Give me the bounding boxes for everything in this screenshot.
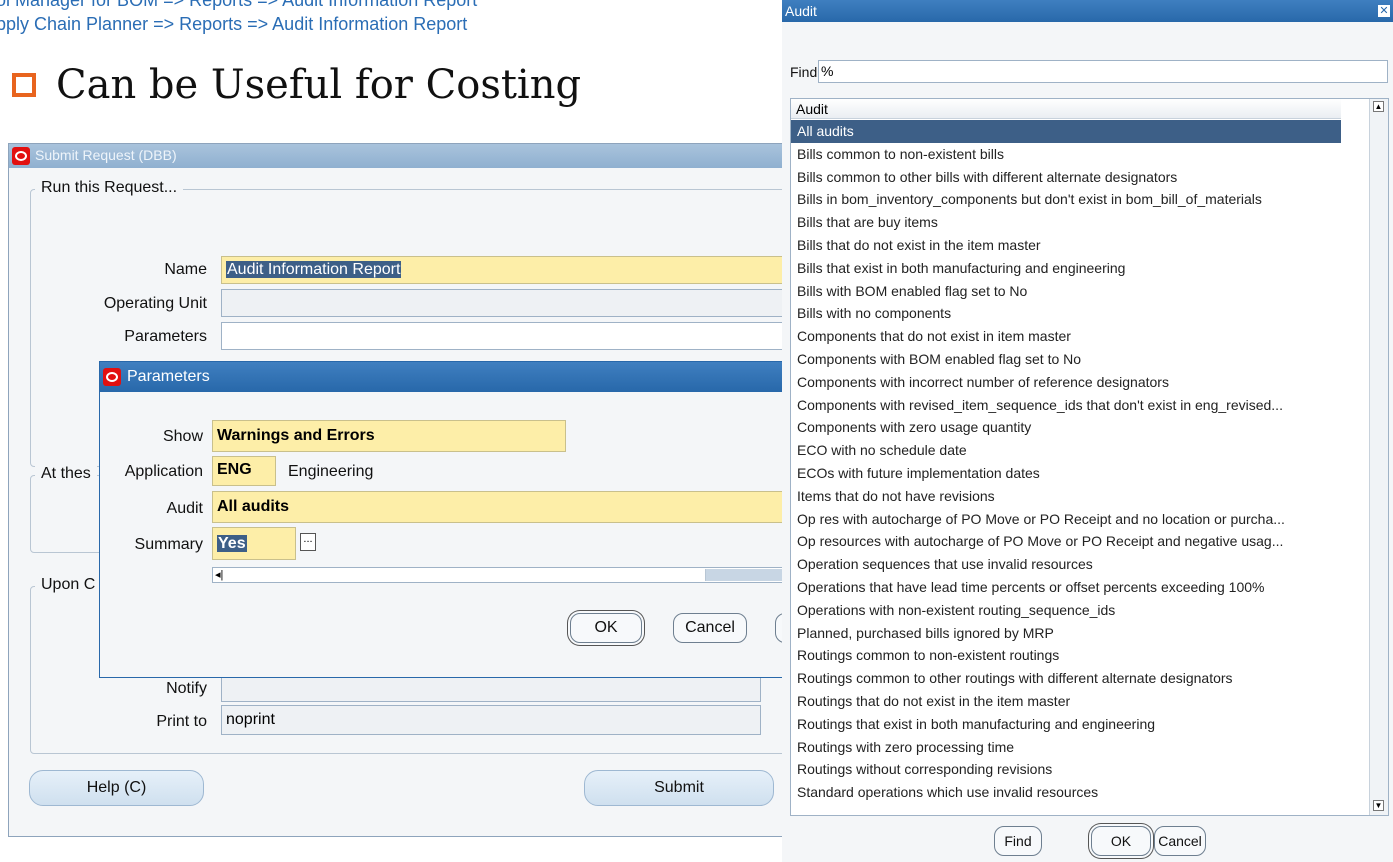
parameters-titlebar: Parameters: [100, 362, 798, 392]
breadcrumb-line-2: pply Chain Planner => Reports => Audit I…: [0, 14, 468, 34]
schedule-group-label: At thes: [35, 465, 97, 483]
print-to-label: Print to: [156, 713, 207, 730]
cancel-button[interactable]: Cancel: [673, 613, 747, 643]
application-code-field[interactable]: ENG: [212, 456, 276, 486]
audit-list-item[interactable]: Operation sequences that use invalid res…: [791, 553, 1341, 576]
audit-list-item[interactable]: Bills with no components: [791, 302, 1341, 325]
summary-label: Summary: [134, 536, 203, 553]
show-field[interactable]: Warnings and Errors: [212, 420, 566, 452]
audit-list-item[interactable]: Components with BOM enabled flag set to …: [791, 348, 1341, 371]
audit-list-item[interactable]: Routings without corresponding revisions: [791, 758, 1341, 781]
operating-unit-field[interactable]: [221, 289, 789, 317]
lov-button[interactable]: ...: [300, 533, 316, 551]
application-name: Engineering: [288, 463, 374, 480]
audit-list-item[interactable]: Routings with zero processing time: [791, 736, 1341, 759]
name-field[interactable]: Audit Information Report: [221, 256, 789, 284]
close-icon[interactable]: ✕: [1378, 5, 1390, 17]
find-input[interactable]: %: [818, 60, 1388, 83]
application-label: Application: [124, 463, 203, 480]
audit-list-item[interactable]: ECOs with future implementation dates: [791, 462, 1341, 485]
scrollbar-thumb[interactable]: [231, 569, 706, 581]
audit-label: Audit: [166, 500, 203, 517]
operating-unit-label: Operating Unit: [103, 295, 207, 312]
audit-list-item[interactable]: Routings common to non-existent routings: [791, 644, 1341, 667]
scroll-left-icon[interactable]: ◂|: [215, 568, 223, 582]
parameters-dialog: Parameters Show Warnings and Errors Appl…: [99, 361, 799, 678]
audit-list-item[interactable]: Bills that exist in both manufacturing a…: [791, 257, 1341, 280]
audit-list-item[interactable]: All audits: [791, 120, 1341, 143]
audit-list-item[interactable]: Components with incorrect number of refe…: [791, 371, 1341, 394]
print-to-field[interactable]: noprint: [221, 705, 761, 735]
show-label: Show: [162, 428, 203, 445]
audit-lov-window: Audit ✕ Find % Audit All audits Bills com…: [782, 0, 1393, 862]
audit-list-item[interactable]: Operations that have lead time percents …: [791, 576, 1341, 599]
audit-list-item[interactable]: Components with revised_item_sequence_id…: [791, 394, 1341, 417]
audit-list-item[interactable]: Operations with non-existent routing_seq…: [791, 599, 1341, 622]
oracle-logo-icon: [12, 147, 30, 165]
audit-column-header[interactable]: Audit: [791, 99, 1341, 119]
name-label: Name: [164, 261, 207, 278]
audit-list-item[interactable]: Components that do not exist in item mas…: [791, 325, 1341, 348]
notify-field[interactable]: [221, 674, 761, 702]
audit-rows: All audits Bills common to non-existent b…: [791, 120, 1341, 815]
audit-list-item[interactable]: Bills common to other bills with differe…: [791, 166, 1341, 189]
audit-list-item[interactable]: Op res with autocharge of PO Move or PO …: [791, 508, 1341, 531]
parameters-label: Parameters: [124, 328, 207, 345]
notify-label: Notify: [166, 680, 207, 697]
audit-titlebar: Audit ✕: [782, 0, 1393, 22]
window-title: Submit Request (DBB): [35, 147, 177, 163]
audit-list-item[interactable]: Op resources with autocharge of PO Move …: [791, 530, 1341, 553]
audit-list-item[interactable]: Standard operations which use invalid re…: [791, 781, 1341, 804]
ok-button[interactable]: OK: [570, 613, 642, 643]
summary-field-value: Yes: [217, 535, 247, 552]
audit-list-item[interactable]: Planned, purchased bills ignored by MRP: [791, 622, 1341, 645]
audit-list-item[interactable]: Bills with BOM enabled flag set to No: [791, 280, 1341, 303]
scroll-down-icon[interactable]: ▼: [1373, 800, 1384, 811]
submit-button[interactable]: Submit: [584, 770, 774, 806]
name-field-value: Audit Information Report: [226, 261, 402, 278]
find-button[interactable]: Find: [994, 826, 1042, 856]
audit-list-item[interactable]: ECO with no schedule date: [791, 439, 1341, 462]
horizontal-scrollbar[interactable]: ◂|: [212, 567, 798, 583]
audit-list-item[interactable]: Bills that are buy items: [791, 211, 1341, 234]
audit-list-item[interactable]: Bills common to non-existent bills: [791, 143, 1341, 166]
parameters-field[interactable]: [221, 322, 789, 350]
submit-request-titlebar: Submit Request (DBB): [9, 144, 789, 168]
audit-ok-button[interactable]: OK: [1091, 826, 1151, 856]
audit-list-item[interactable]: Bills that do not exist in the item mast…: [791, 234, 1341, 257]
run-request-group-label: Run this Request...: [35, 179, 184, 197]
dialog-title: Parameters: [127, 368, 210, 385]
audit-cancel-button[interactable]: Cancel: [1154, 826, 1206, 856]
audit-list: Audit All audits Bills common to non-exis…: [790, 98, 1389, 816]
audit-list-item[interactable]: Routings that exist in both manufacturin…: [791, 713, 1341, 736]
bullet-square-icon: [12, 73, 36, 97]
audit-field[interactable]: All audits: [212, 491, 798, 523]
help-button[interactable]: Help (C): [29, 770, 204, 806]
breadcrumb-line-1: ol Manager for BOM => Reports => Audit I…: [0, 0, 478, 10]
audit-list-item[interactable]: Routings that do not exist in the item m…: [791, 690, 1341, 713]
slide-heading: Can be Useful for Costing: [56, 62, 582, 108]
audit-list-item[interactable]: Components with zero usage quantity: [791, 416, 1341, 439]
audit-list-item[interactable]: Routings common to other routings with d…: [791, 667, 1341, 690]
oracle-logo-icon: [103, 368, 121, 386]
audit-window-title: Audit: [785, 3, 817, 19]
completion-group-label: Upon C: [35, 576, 102, 594]
audit-list-item[interactable]: Bills in bom_inventory_components but do…: [791, 188, 1341, 211]
list-vertical-scrollbar[interactable]: ▲ ▼: [1369, 99, 1388, 815]
find-label: Find: [790, 64, 818, 80]
scroll-up-icon[interactable]: ▲: [1373, 101, 1384, 112]
summary-field[interactable]: Yes: [212, 527, 296, 560]
audit-list-item[interactable]: Items that do not have revisions: [791, 485, 1341, 508]
